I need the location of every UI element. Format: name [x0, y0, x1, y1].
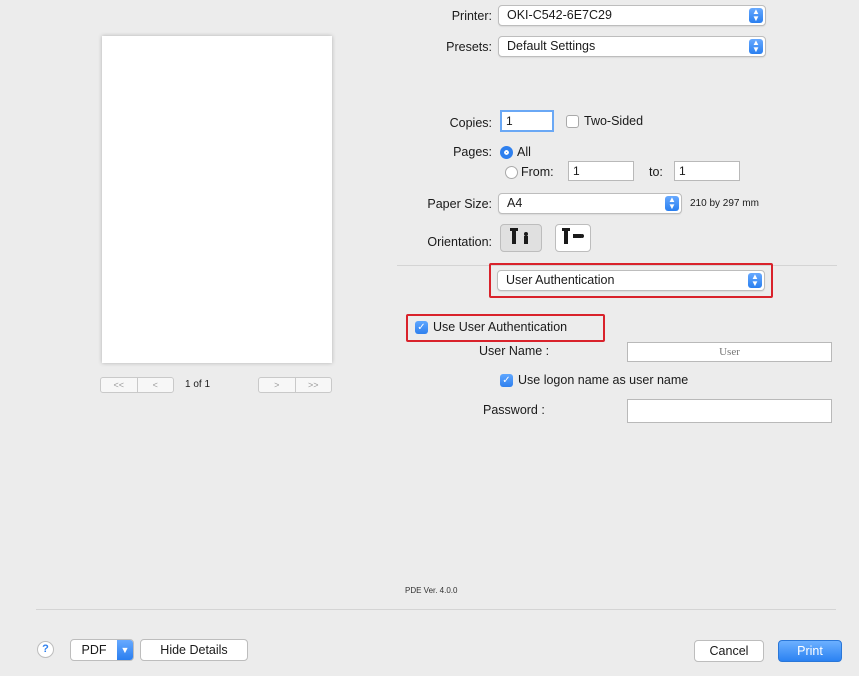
section-select[interactable]: User Authentication ▲ ▼ [497, 270, 765, 291]
orientation-label: Orientation: [427, 235, 492, 249]
section-select-value: User Authentication [506, 273, 615, 287]
pages-from-input[interactable]: 1 [568, 161, 634, 181]
presets-select[interactable]: Default Settings ▲ ▼ [498, 36, 766, 57]
chevron-updown-icon: ▲ ▼ [748, 273, 762, 288]
user-name-label: User Name : [479, 344, 550, 358]
pages-all-radio[interactable] [500, 146, 513, 159]
footer-separator [36, 609, 836, 610]
pdf-menu-button[interactable]: PDF ▼ [70, 639, 134, 661]
last-page-button[interactable]: >> [294, 378, 332, 392]
presets-value: Default Settings [507, 39, 596, 53]
landscape-glyph [562, 228, 584, 244]
use-auth-checkbox[interactable]: ✓ [415, 321, 428, 334]
use-auth-label: Use User Authentication [433, 320, 568, 334]
paper-size-select[interactable]: A4 ▲ ▼ [498, 193, 682, 214]
hide-details-button[interactable]: Hide Details [140, 639, 248, 661]
use-logon-checkbox[interactable]: ✓ [500, 374, 513, 387]
cancel-button[interactable]: Cancel [694, 640, 764, 662]
password-input[interactable] [627, 399, 832, 423]
prev-page-button[interactable]: < [136, 378, 174, 392]
pages-from-label: From: [521, 165, 554, 179]
chevron-updown-icon: ▲ ▼ [665, 196, 679, 211]
chevron-down-icon: ▼ [117, 640, 133, 660]
page-indicator: 1 of 1 [185, 379, 211, 390]
print-button[interactable]: Print [778, 640, 842, 662]
pages-to-label: to: [649, 165, 663, 179]
use-logon-label: Use logon name as user name [518, 373, 689, 387]
paper-size-label: Paper Size: [427, 197, 492, 211]
pages-from-radio[interactable] [505, 166, 518, 179]
page-preview [102, 36, 332, 363]
printer-select[interactable]: OKI-C542-6E7C29 ▲ ▼ [498, 5, 766, 26]
two-sided-checkbox[interactable] [566, 115, 579, 128]
copies-input[interactable]: 1 [500, 110, 554, 132]
password-label: Password : [483, 403, 545, 417]
pdf-label: PDF [81, 643, 107, 657]
paper-dimensions: 210 by 297 mm [690, 198, 759, 209]
user-name-input[interactable] [627, 342, 832, 362]
paper-size-value: A4 [507, 196, 523, 210]
chevron-updown-icon: ▲ ▼ [749, 8, 763, 23]
next-page-button[interactable]: > [259, 378, 295, 392]
chevron-updown-icon: ▲ ▼ [749, 39, 763, 54]
pages-to-input[interactable]: 1 [674, 161, 740, 181]
preview-nav-back: << < [100, 377, 174, 393]
copies-label: Copies: [449, 116, 492, 130]
first-page-button[interactable]: << [101, 378, 137, 392]
two-sided-label: Two-Sided [584, 114, 644, 128]
portrait-glyph [510, 228, 528, 244]
printer-label: Printer: [451, 9, 492, 23]
landscape-orientation-icon[interactable] [555, 224, 591, 252]
print-dialog: << < 1 of 1 > >> Printer: OKI-C542-6E7C2… [0, 0, 859, 676]
help-button[interactable]: ? [37, 641, 54, 658]
presets-label: Presets: [446, 40, 492, 54]
printer-value: OKI-C542-6E7C29 [507, 8, 612, 22]
pages-all-label: All [517, 145, 531, 159]
preview-nav-forward: > >> [258, 377, 332, 393]
portrait-orientation-icon[interactable] [500, 224, 542, 252]
pages-label: Pages: [453, 145, 492, 159]
pde-version: PDE Ver. 4.0.0 [405, 586, 458, 595]
